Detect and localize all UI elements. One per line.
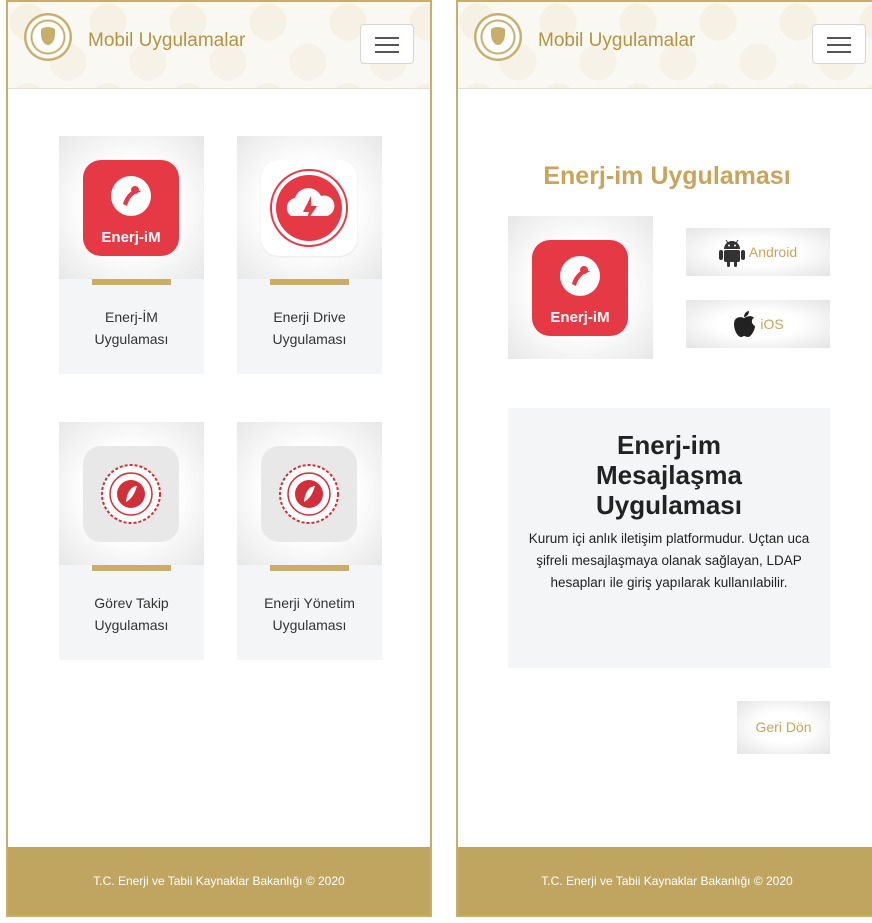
app-thumbnail — [59, 422, 204, 565]
android-icon — [718, 239, 745, 267]
brand-title[interactable]: Mobil Uygulamalar — [538, 30, 695, 52]
apple-icon — [734, 311, 756, 337]
gold-divider — [92, 565, 171, 571]
app-name[interactable]: Enerji Drive Uygulaması — [237, 306, 382, 350]
page-title: Enerj-im Uygulaması — [543, 162, 791, 190]
app-detail-screen: Mobil Uygulamalar Enerj-im Uygulaması En… — [456, 0, 872, 917]
app-thumbnail — [237, 422, 382, 565]
app-card-enerji-drive[interactable]: Enerji Drive Uygulaması — [237, 136, 382, 374]
app-card-enerji-yonetim[interactable]: Enerji Yönetim Uygulaması — [237, 422, 382, 660]
description-heading: Enerj-im Mesajlaşma Uygulaması — [596, 430, 742, 520]
enerjim-app-icon: Enerj-iM — [532, 240, 628, 336]
ministry-logo-icon[interactable] — [24, 13, 72, 61]
hamburger-menu-button[interactable] — [360, 24, 414, 64]
app-list-screen: Mobil Uygulamalar Enerj-iM Enerj-İM Uygu… — [6, 0, 432, 917]
app-thumbnail: Enerj-iM — [59, 136, 204, 279]
app-thumbnail — [237, 136, 382, 279]
footer: T.C. Enerji ve Tabii Kaynaklar Bakanlığı… — [458, 847, 872, 915]
header: Mobil Uygulamalar — [8, 2, 430, 89]
back-button[interactable]: Geri Dön — [737, 701, 830, 754]
enerji-drive-app-icon — [261, 160, 357, 256]
enerjim-icon-label: Enerj-iM — [550, 309, 609, 326]
app-name[interactable]: Enerji Yönetim Uygulaması — [237, 592, 382, 636]
brand-title[interactable]: Mobil Uygulamalar — [88, 30, 245, 52]
ministry-logo-icon[interactable] — [474, 13, 522, 61]
description-text: Kurum içi anlık iletişim platformudur. U… — [528, 531, 810, 590]
footer: T.C. Enerji ve Tabii Kaynaklar Bakanlığı… — [8, 847, 430, 915]
app-name[interactable]: Görev Takip Uygulaması — [59, 592, 204, 636]
app-name[interactable]: Enerj-İM Uygulaması — [59, 306, 204, 350]
gold-divider — [270, 279, 349, 285]
ios-download-button[interactable]: iOS — [686, 300, 830, 348]
app-description-card: Enerj-im Mesajlaşma Uygulaması Kurum içi… — [508, 408, 830, 668]
app-card-enerjim[interactable]: Enerj-iM Enerj-İM Uygulaması — [59, 136, 204, 374]
app-thumbnail: Enerj-iM — [508, 216, 653, 359]
android-download-button[interactable]: Android — [686, 228, 830, 276]
header: Mobil Uygulamalar — [458, 2, 872, 89]
enerjim-icon-label: Enerj-iM — [101, 229, 160, 246]
gold-divider — [92, 279, 171, 285]
ministry-seal-icon — [83, 446, 179, 542]
enerjim-app-icon: Enerj-iM — [83, 160, 179, 256]
hamburger-menu-button[interactable] — [812, 24, 866, 64]
app-card-gorev-takip[interactable]: Görev Takip Uygulaması — [59, 422, 204, 660]
gold-divider — [270, 565, 349, 571]
ministry-seal-icon — [261, 446, 357, 542]
